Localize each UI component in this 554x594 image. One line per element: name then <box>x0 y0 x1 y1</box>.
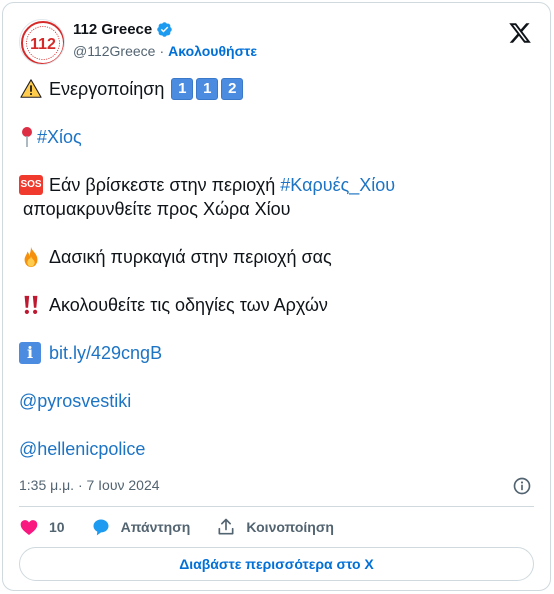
separator-dot: · <box>159 43 165 59</box>
share-label: Κοινοποίηση <box>246 519 334 535</box>
short-link[interactable]: bit.ly/429cngB <box>49 341 162 365</box>
activation-text: Ενεργοποίηση <box>49 79 165 99</box>
action-bar: 10 Απάντηση Κοινοποίηση <box>19 516 534 538</box>
tweet-header: 112 112 Greece @112Greece · Ακολουθήστε <box>19 19 536 67</box>
fire-text: Δασική πυρκαγιά στην περιοχή σας <box>49 247 332 267</box>
fire-icon <box>19 245 43 269</box>
handle-row: @112Greece · Ακολουθήστε <box>73 43 257 59</box>
tweet-line-activation: Ενεργοποίηση 1 1 2 <box>19 77 539 101</box>
112-logo-icon: 112 <box>21 21 64 64</box>
tweet-line-sos: SOS Εάν βρίσκεστε στην περιοχή #Καρυές_Χ… <box>19 173 539 197</box>
handle[interactable]: @112Greece <box>73 43 155 59</box>
keycap-2-icon: 2 <box>221 78 244 100</box>
info-circle-icon[interactable] <box>512 476 532 496</box>
tweet-line-sos-2: απομακρυνθείτε προς Χώρα Χίου <box>19 197 539 221</box>
verified-badge-icon <box>156 21 173 38</box>
timestamp[interactable]: 1:35 μ.μ. · 7 Ιουν 2024 <box>19 477 160 493</box>
pushpin-icon <box>19 125 35 149</box>
avatar[interactable]: 112 <box>19 19 65 65</box>
tweet-line-instructions: Ακολουθείτε τις οδηγίες των Αρχών <box>19 293 539 317</box>
reply-button[interactable]: Απάντηση <box>91 517 191 537</box>
share-upload-icon <box>218 518 234 535</box>
tweet-line-link: i bit.ly/429cngB <box>19 341 539 365</box>
tweet-line-fire: Δασική πυρκαγιά στην περιοχή σας <box>19 245 539 269</box>
hashtag-chios-link[interactable]: #Χίος <box>37 125 82 149</box>
read-more-button[interactable]: Διαβάστε περισσότερα στο X <box>19 547 534 581</box>
sos-icon: SOS <box>19 175 43 195</box>
timestamp-row: 1:35 μ.μ. · 7 Ιουν 2024 <box>19 476 534 496</box>
evacuate-text: απομακρυνθείτε προς Χώρα Χίου <box>23 199 291 219</box>
name-row: 112 Greece <box>73 21 173 38</box>
heart-icon <box>20 520 38 535</box>
reply-label: Απάντηση <box>120 519 191 535</box>
info-icon: i <box>19 342 41 364</box>
instructions-text: Ακολουθείτε τις οδηγίες των Αρχών <box>49 295 328 315</box>
svg-text:112: 112 <box>30 36 56 53</box>
tweet-text: Ενεργοποίηση 1 1 2 #Χίος SOS Εάν βρίσκεσ… <box>19 77 539 461</box>
like-button[interactable]: 10 <box>19 517 65 537</box>
follow-button[interactable]: Ακολουθήστε <box>168 43 257 59</box>
tweet-line-mention-1: @pyrosvestiki <box>19 389 539 413</box>
reply-bubble-icon <box>93 519 109 536</box>
double-exclamation-icon <box>19 293 43 317</box>
sos-text: Εάν βρίσκεστε στην περιοχή <box>49 175 281 195</box>
x-logo-icon[interactable] <box>508 21 532 45</box>
hashtag-karyes-link[interactable]: #Καρυές_Χίου <box>280 173 395 197</box>
tweet-line-location: #Χίος <box>19 125 539 149</box>
display-name[interactable]: 112 Greece <box>73 21 152 38</box>
divider <box>19 506 534 507</box>
mention-pyrosvestiki-link[interactable]: @pyrosvestiki <box>19 389 131 413</box>
share-button[interactable]: Κοινοποίηση <box>216 517 334 537</box>
keycap-1-icon: 1 <box>196 78 219 100</box>
tweet-line-mention-2: @hellenicpolice <box>19 437 539 461</box>
warning-icon <box>19 77 43 101</box>
embedded-tweet-card: 112 112 Greece @112Greece · Ακολουθήστε <box>2 2 551 591</box>
mention-hellenicpolice-link[interactable]: @hellenicpolice <box>19 437 145 461</box>
keycap-1-icon: 1 <box>171 78 194 100</box>
like-count: 10 <box>49 519 65 535</box>
